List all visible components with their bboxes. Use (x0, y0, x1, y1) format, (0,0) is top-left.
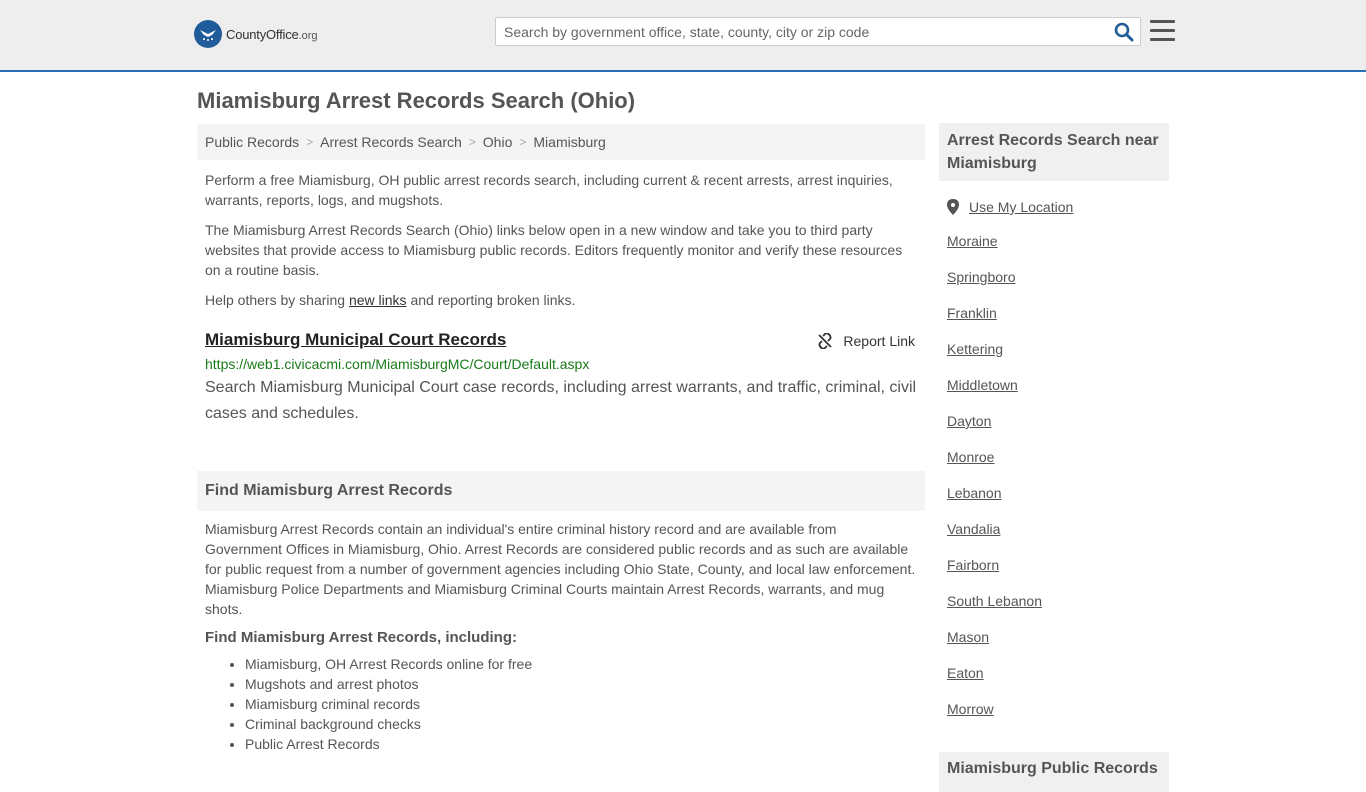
find-section-heading: Find Miamisburg Arrest Records (197, 471, 925, 511)
breadcrumb-separator: > (468, 135, 476, 149)
use-location-row: Use My Location (939, 199, 1169, 215)
intro-paragraph: Perform a free Miamisburg, OH public arr… (205, 172, 893, 208)
record-title-link[interactable]: Miamisburg Municipal Court Records (205, 330, 506, 350)
broken-link-icon (818, 333, 833, 349)
hamburger-menu-icon[interactable] (1150, 20, 1175, 42)
logo-org: .org (298, 29, 318, 42)
city-link-springboro[interactable]: Springboro (947, 269, 1016, 285)
city-link-mason[interactable]: Mason (947, 629, 989, 645)
city-link-vandalia[interactable]: Vandalia (947, 521, 1000, 537)
share-text-after: and reporting broken links. (406, 292, 576, 308)
sidebar-heading: Arrest Records Search near Miamisburg (939, 123, 1169, 181)
list-item: Fairborn (947, 555, 1161, 575)
map-pin-icon (947, 199, 959, 215)
list-item: Springboro (947, 267, 1161, 287)
list-item: Dayton (947, 411, 1161, 431)
record-url: https://web1.civicacmi.com/MiamisburgMC/… (205, 356, 590, 372)
list-item: Lebanon (947, 483, 1161, 503)
logo-office: Office (266, 26, 299, 42)
city-link-eaton[interactable]: Eaton (947, 665, 984, 681)
list-item: Morrow (947, 699, 1161, 719)
top-bar: CountyOffice.org (0, 0, 1366, 72)
record-listing: Miamisburg Municipal Court Records Repor… (197, 330, 925, 427)
city-link-morrow[interactable]: Morrow (947, 701, 994, 717)
city-link-kettering[interactable]: Kettering (947, 341, 1003, 357)
search-input[interactable] (496, 18, 1106, 45)
list-item: South Lebanon (947, 591, 1161, 611)
list-item: Miamisburg, OH Arrest Records online for… (245, 654, 925, 674)
find-list: Miamisburg, OH Arrest Records online for… (197, 654, 925, 754)
list-item: Mugshots and arrest photos (245, 674, 925, 694)
city-link-south-lebanon[interactable]: South Lebanon (947, 593, 1042, 609)
city-link-monroe[interactable]: Monroe (947, 449, 994, 465)
breadcrumb-separator: > (519, 135, 527, 149)
breadcrumb-separator: > (306, 135, 314, 149)
share-paragraph: Help others by sharing new links and rep… (197, 290, 925, 310)
menu-bar (1150, 29, 1175, 32)
list-item: Mason (947, 627, 1161, 647)
list-item: Eaton (947, 663, 1161, 683)
list-item: Moraine (947, 231, 1161, 251)
search-box (495, 17, 1141, 46)
city-link-franklin[interactable]: Franklin (947, 305, 997, 321)
find-subheading: Find Miamisburg Arrest Records, includin… (205, 629, 517, 646)
breadcrumb-public-records[interactable]: Public Records (205, 134, 299, 150)
list-item: Criminal background checks (245, 714, 925, 734)
city-link-lebanon[interactable]: Lebanon (947, 485, 1002, 501)
record-description: Search Miamisburg Municipal Court case r… (205, 379, 917, 422)
city-link-middletown[interactable]: Middletown (947, 377, 1018, 393)
city-link-dayton[interactable]: Dayton (947, 413, 991, 429)
find-section-body: Miamisburg Arrest Records contain an ind… (205, 521, 916, 617)
list-item: Franklin (947, 303, 1161, 323)
menu-bar (1150, 38, 1175, 41)
breadcrumb-miamisburg[interactable]: Miamisburg (533, 134, 605, 150)
list-item: Vandalia (947, 519, 1161, 539)
city-link-moraine[interactable]: Moraine (947, 233, 998, 249)
main-content: Public Records > Arrest Records Search >… (197, 124, 925, 754)
list-item: Kettering (947, 339, 1161, 359)
nearby-cities-list: Moraine Springboro Franklin Kettering Mi… (939, 231, 1169, 719)
sidebar: Arrest Records Search near Miamisburg Us… (939, 123, 1169, 719)
list-item: Middletown (947, 375, 1161, 395)
breadcrumb-ohio[interactable]: Ohio (483, 134, 513, 150)
disclaimer-paragraph: The Miamisburg Arrest Records Search (Oh… (205, 222, 903, 278)
page-title: Miamisburg Arrest Records Search (Ohio) (197, 88, 636, 113)
report-link-label: Report Link (843, 333, 915, 349)
breadcrumb: Public Records > Arrest Records Search >… (197, 124, 925, 160)
city-link-fairborn[interactable]: Fairborn (947, 557, 999, 573)
eagle-logo-icon (194, 20, 222, 48)
report-link-button[interactable]: Report Link (817, 333, 915, 349)
logo-county: County (226, 26, 266, 42)
new-links-link[interactable]: new links (349, 292, 407, 308)
search-icon[interactable] (1114, 22, 1134, 42)
share-text-before: Help others by sharing (205, 292, 349, 308)
logo-text: CountyOffice.org (226, 27, 318, 42)
breadcrumb-arrest-records-search[interactable]: Arrest Records Search (320, 134, 462, 150)
use-my-location-link[interactable]: Use My Location (969, 199, 1073, 215)
list-item: Miamisburg criminal records (245, 694, 925, 714)
list-item: Monroe (947, 447, 1161, 467)
site-logo[interactable]: CountyOffice.org (194, 20, 318, 48)
list-item: Public Arrest Records (245, 734, 925, 754)
menu-bar (1150, 20, 1175, 23)
sidebar-heading-public-records: Miamisburg Public Records (939, 752, 1169, 792)
